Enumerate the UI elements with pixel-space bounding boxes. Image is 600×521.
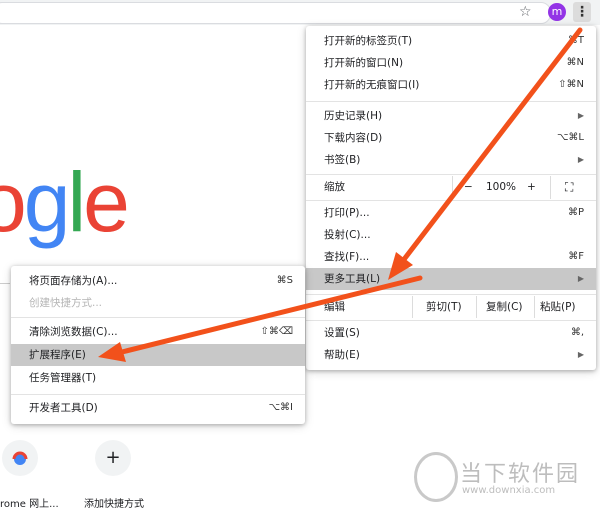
annotation-arrow <box>98 275 423 362</box>
annotation-arrow <box>388 27 583 280</box>
annotation-arrows <box>98 27 583 362</box>
